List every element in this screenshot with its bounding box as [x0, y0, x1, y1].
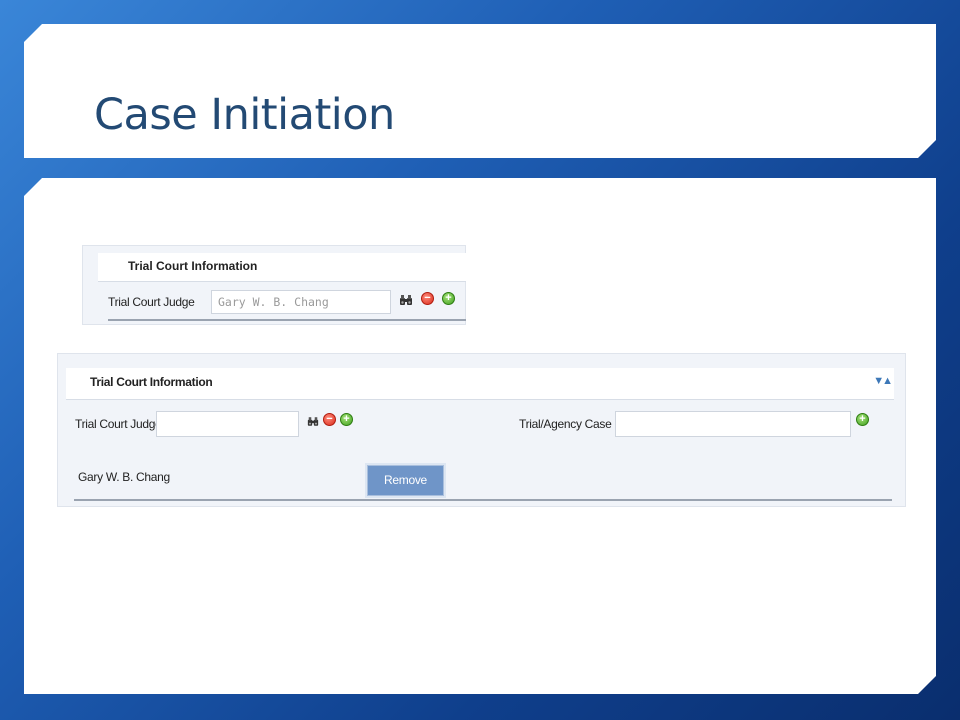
case-id-input[interactable]: [615, 411, 851, 437]
content-tile: Trial Court Information Trial Court Judg…: [24, 178, 936, 694]
slide-title: Case Initiation: [94, 90, 395, 140]
old-trial-court-panel: Trial Court Information Trial Court Judg…: [82, 245, 466, 325]
add-icon[interactable]: +: [442, 292, 455, 305]
judge-input[interactable]: [156, 411, 299, 437]
add-icon[interactable]: +: [856, 413, 869, 426]
section-header: Trial Court Information: [98, 253, 466, 282]
binoculars-icon[interactable]: [399, 293, 413, 311]
binoculars-icon[interactable]: [307, 414, 319, 432]
selected-judge: Gary W. B. Chang: [78, 470, 170, 484]
remove-icon[interactable]: −: [421, 292, 434, 305]
add-icon[interactable]: +: [340, 413, 353, 426]
collapse-arrows-icon[interactable]: ▼▲: [873, 375, 891, 387]
divider: [108, 319, 466, 321]
judge-label: Trial Court Judge: [75, 417, 162, 431]
new-trial-court-panel: Trial Court Information ▼▲ Trial Court J…: [57, 353, 906, 507]
judge-label: Trial Court Judge: [108, 295, 195, 309]
case-id-label: Trial/Agency Case Id: [519, 417, 624, 431]
divider: [74, 499, 892, 501]
judge-field[interactable]: Gary W. B. Chang: [211, 290, 391, 314]
title-tile: Case Initiation: [24, 24, 936, 158]
remove-icon[interactable]: −: [323, 413, 336, 426]
section-header: Trial Court Information: [66, 368, 894, 400]
remove-button[interactable]: Remove: [367, 465, 444, 496]
